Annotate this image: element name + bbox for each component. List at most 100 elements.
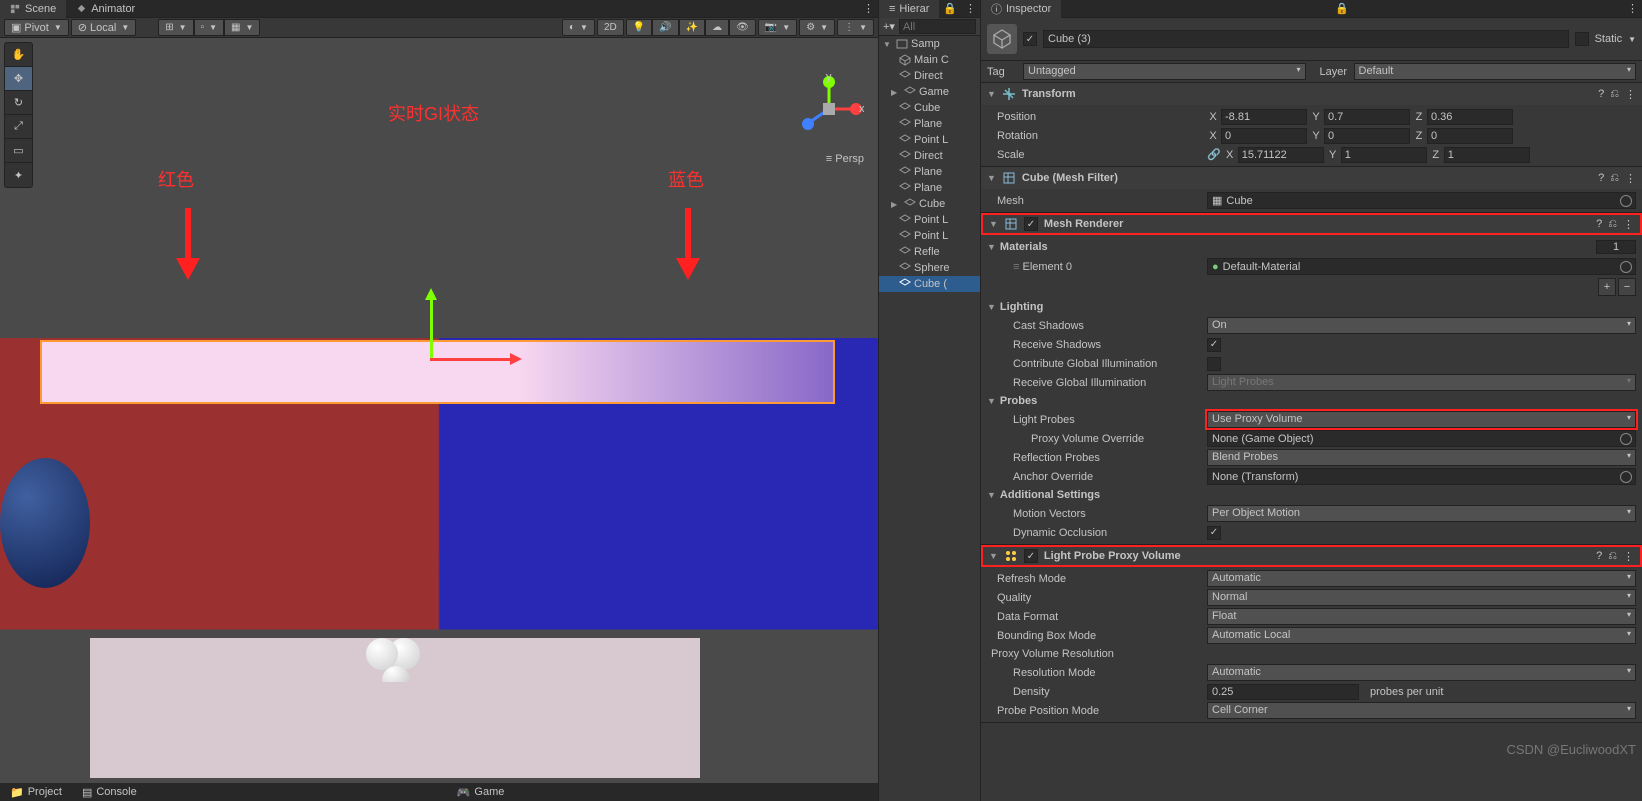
shading-mode-button[interactable]: ◐▼ — [562, 19, 595, 36]
add-material-button[interactable]: + — [1598, 278, 1616, 296]
fold-icon[interactable]: ▼ — [987, 89, 996, 99]
audio-toggle[interactable]: 🔊 — [652, 19, 678, 36]
rect-tool[interactable]: ▭ — [5, 139, 32, 163]
list-item[interactable]: Direct — [879, 68, 980, 84]
transform-tool[interactable]: ✦ — [5, 163, 32, 187]
receive-shadows-checkbox[interactable]: ✓ — [1207, 338, 1221, 352]
vis-toggle[interactable]: 👁 — [729, 19, 756, 36]
tab-animator[interactable]: Animator — [66, 0, 145, 18]
list-item[interactable]: Cube — [879, 100, 980, 116]
scale-z-input[interactable] — [1444, 147, 1530, 163]
menu-icon[interactable]: ⋮ — [1623, 218, 1634, 231]
list-item[interactable]: Direct — [879, 148, 980, 164]
dynamic-occlusion-checkbox[interactable]: ✓ — [1207, 526, 1221, 540]
hierarchy-scene-row[interactable]: ▼Samp — [879, 36, 980, 52]
menu-icon[interactable]: ⋮ — [1623, 550, 1634, 563]
help-icon[interactable]: ? — [1596, 218, 1602, 231]
move-tool[interactable]: ✥ — [5, 67, 32, 91]
materials-count-input[interactable] — [1596, 240, 1636, 254]
active-checkbox[interactable]: ✓ — [1023, 32, 1037, 46]
scale-y-input[interactable] — [1341, 147, 1427, 163]
name-input[interactable] — [1043, 30, 1569, 48]
list-item[interactable]: ▶Cube — [879, 196, 980, 212]
scale-tool[interactable]: ⤢ — [5, 115, 32, 139]
pos-x-input[interactable] — [1221, 109, 1307, 125]
local-button[interactable]: ⊘Local▼ — [71, 19, 136, 36]
fold-icon[interactable]: ▼ — [987, 173, 996, 183]
link-scale-icon[interactable]: 🔗 — [1207, 148, 1221, 161]
help-icon[interactable]: ? — [1596, 550, 1602, 563]
tab-menu-icon[interactable]: ⋮ — [859, 2, 878, 15]
fold-icon[interactable]: ▼ — [989, 219, 998, 229]
rot-y-input[interactable] — [1324, 128, 1410, 144]
inspector-lock-icon[interactable]: 🔒 — [1332, 2, 1352, 15]
bbox-mode-dropdown[interactable]: Automatic Local — [1207, 627, 1636, 644]
menu-icon[interactable]: ⋮ — [1625, 172, 1636, 185]
probes-header[interactable]: Probes — [1000, 395, 1037, 407]
list-item[interactable]: Plane — [879, 164, 980, 180]
sky-toggle[interactable]: ☁ — [705, 19, 729, 36]
pos-y-input[interactable] — [1324, 109, 1410, 125]
tag-dropdown[interactable]: Untagged — [1023, 63, 1306, 80]
add-button[interactable]: +▾ — [883, 20, 895, 33]
materials-header[interactable]: Materials — [1000, 241, 1048, 253]
hand-tool[interactable]: ✋ — [5, 43, 32, 67]
persp-label[interactable]: ≡ Persp — [826, 153, 864, 165]
pos-z-input[interactable] — [1427, 109, 1513, 125]
help-icon[interactable]: ? — [1598, 88, 1604, 101]
motion-vectors-dropdown[interactable]: Per Object Motion — [1207, 505, 1636, 522]
preset-icon[interactable]: ⎌ — [1608, 218, 1617, 231]
hierarchy-lock-icon[interactable]: 🔒 — [940, 2, 960, 15]
density-input[interactable] — [1207, 684, 1359, 700]
grid-snap-button[interactable]: ⊞▼ — [158, 19, 193, 36]
scene-viewport[interactable]: ✋ ✥ ↻ ⤢ ▭ ✦ 实时GI状态 红色 蓝色 — [0, 38, 878, 801]
camera-button[interactable]: 📷▼ — [758, 19, 797, 36]
lppv-enable[interactable]: ✓ — [1024, 549, 1038, 563]
list-item[interactable]: ▶Game — [879, 84, 980, 100]
inspector-menu-icon[interactable]: ⋮ — [1623, 2, 1642, 15]
list-item[interactable]: Point L — [879, 212, 980, 228]
scale-x-input[interactable] — [1238, 147, 1324, 163]
tab-scene[interactable]: Scene — [0, 0, 66, 18]
remove-material-button[interactable]: − — [1618, 278, 1636, 296]
2d-toggle[interactable]: 2D — [597, 19, 624, 36]
tab-game[interactable]: 🎮Game — [447, 783, 515, 801]
resolution-mode-dropdown[interactable]: Automatic — [1207, 664, 1636, 681]
snap-grid-button[interactable]: ▦▼ — [224, 19, 260, 36]
help-icon[interactable]: ? — [1598, 172, 1604, 185]
hierarchy-menu-icon[interactable]: ⋮ — [961, 2, 980, 15]
orientation-gizmo[interactable]: xy — [794, 74, 864, 144]
mesh-field[interactable]: ▦Cube — [1207, 192, 1636, 209]
rot-x-input[interactable] — [1221, 128, 1307, 144]
reflection-probes-dropdown[interactable]: Blend Probes — [1207, 449, 1636, 466]
proxy-override-field[interactable]: None (Game Object) — [1207, 430, 1636, 447]
menu-icon[interactable]: ⋮ — [1625, 88, 1636, 101]
gizmos-button[interactable]: ⚙▼ — [799, 19, 835, 36]
scene-menu-button[interactable]: ⋮▼ — [837, 19, 874, 36]
refresh-mode-dropdown[interactable]: Automatic — [1207, 570, 1636, 587]
hierarchy-search-input[interactable] — [899, 19, 976, 34]
rotate-tool[interactable]: ↻ — [5, 91, 32, 115]
list-item[interactable]: Main C — [879, 52, 980, 68]
list-item[interactable]: Plane — [879, 116, 980, 132]
fold-icon[interactable]: ▼ — [989, 551, 998, 561]
layer-dropdown[interactable]: Default — [1354, 63, 1637, 80]
cast-shadows-dropdown[interactable]: On — [1207, 317, 1636, 334]
list-item-selected[interactable]: Cube ( — [879, 276, 980, 292]
list-item[interactable]: Point L — [879, 228, 980, 244]
preset-icon[interactable]: ⎌ — [1610, 172, 1619, 185]
tab-console[interactable]: ▤Console — [72, 783, 147, 801]
quality-dropdown[interactable]: Normal — [1207, 589, 1636, 606]
additional-header[interactable]: Additional Settings — [1000, 489, 1100, 501]
preset-icon[interactable]: ⎌ — [1608, 550, 1617, 563]
mesh-renderer-enable[interactable]: ✓ — [1024, 217, 1038, 231]
contrib-gi-checkbox[interactable] — [1207, 357, 1221, 371]
tab-project[interactable]: 📁Project — [0, 783, 72, 801]
material-field[interactable]: ●Default-Material — [1207, 258, 1636, 275]
light-toggle[interactable]: 💡 — [626, 19, 652, 36]
fx-toggle[interactable]: ✨ — [679, 19, 705, 36]
tab-inspector[interactable]: ⓘInspector — [981, 0, 1061, 18]
probe-position-mode-dropdown[interactable]: Cell Corner — [1207, 702, 1636, 719]
rot-z-input[interactable] — [1427, 128, 1513, 144]
anchor-override-field[interactable]: None (Transform) — [1207, 468, 1636, 485]
